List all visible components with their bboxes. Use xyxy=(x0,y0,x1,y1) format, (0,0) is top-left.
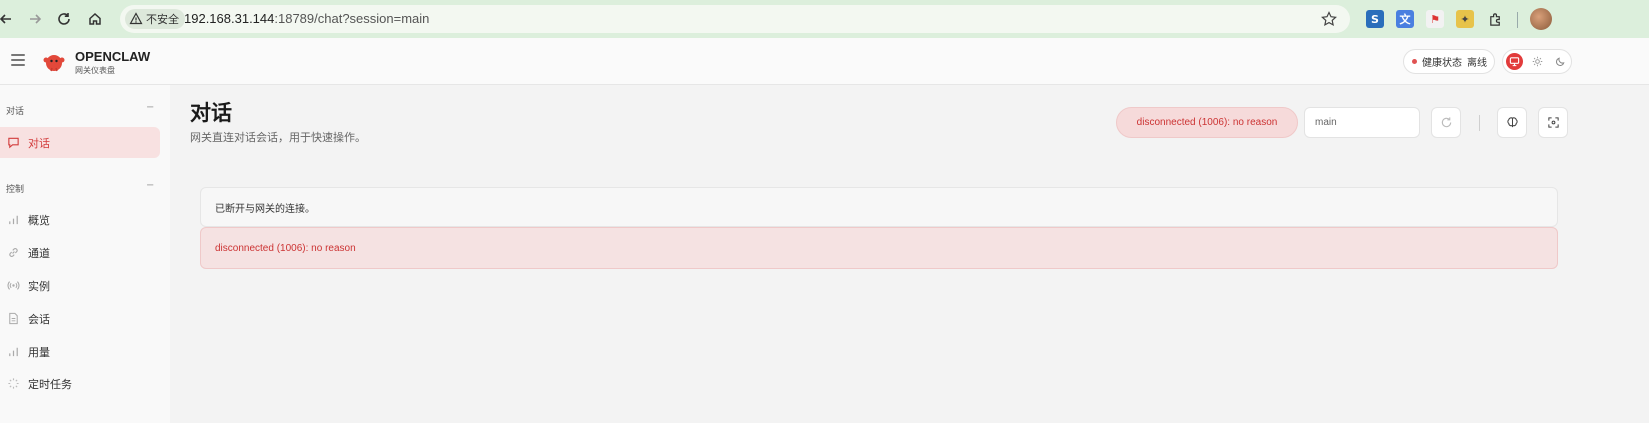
security-indicator[interactable]: 不安全 xyxy=(125,9,185,29)
bookmark-star-icon[interactable] xyxy=(1320,10,1338,28)
toolbar-separator xyxy=(1479,115,1480,131)
sidebar-item-label: 定时任务 xyxy=(28,377,72,391)
collapse-chat-group-button[interactable]: − xyxy=(146,102,154,113)
refresh-icon xyxy=(1441,117,1451,128)
home-icon[interactable] xyxy=(83,7,107,31)
theme-system-button[interactable] xyxy=(1506,53,1523,70)
openclaw-logo xyxy=(43,55,65,72)
url-text: 192.168.31.144:18789/chat?session=main xyxy=(184,11,429,26)
sidebar-item-chat[interactable]: 对话 xyxy=(0,127,160,158)
collapse-control-group-button[interactable]: − xyxy=(146,180,154,191)
forward-arrow-icon[interactable] xyxy=(23,7,47,31)
page-subtitle: 网关直连对话会话，用于快速操作。 xyxy=(190,131,366,144)
health-status-value: 离线 xyxy=(1467,58,1487,69)
status-dot-icon xyxy=(1412,59,1417,64)
thinking-toggle-button[interactable] xyxy=(1497,107,1527,138)
sidebar-item-label: 会话 xyxy=(28,312,50,326)
sidebar-group-chat: 对话 xyxy=(6,107,25,117)
error-callout: disconnected (1006): no reason xyxy=(200,227,1558,269)
notice-text: 已断开与网关的连接。 xyxy=(215,203,315,215)
bar-chart-icon xyxy=(6,345,20,359)
sidebar-item-label: 用量 xyxy=(28,345,50,359)
url-path: :18789/chat?session=main xyxy=(274,11,430,26)
main-content: 对话 网关直连对话会话，用于快速操作。 disconnected (1006):… xyxy=(170,85,1649,423)
translate-extension-icon[interactable]: 文 xyxy=(1396,10,1414,28)
brand-subtitle: 网关仪表盘 xyxy=(75,66,115,75)
focus-mode-button[interactable] xyxy=(1538,107,1568,138)
error-text: disconnected (1006): no reason xyxy=(215,242,356,254)
focus-frame-icon xyxy=(1547,117,1559,128)
session-input[interactable] xyxy=(1304,107,1420,138)
link-icon xyxy=(6,246,20,260)
reload-icon[interactable] xyxy=(52,7,76,31)
theme-switcher xyxy=(1502,49,1572,74)
browser-toolbar: 不安全 192.168.31.144:18789/chat?session=ma… xyxy=(0,0,1649,38)
sidebar-item-cron-jobs[interactable]: 定时任务 xyxy=(0,368,160,399)
sidebar-item-overview[interactable]: 概览 xyxy=(0,204,160,235)
back-arrow-icon[interactable] xyxy=(0,7,18,31)
menu-toggle-icon[interactable] xyxy=(11,54,25,66)
profile-avatar[interactable] xyxy=(1530,8,1552,30)
connection-status-badge: disconnected (1006): no reason xyxy=(1116,107,1298,138)
extension-puzzle-color-icon[interactable]: ✦ xyxy=(1456,10,1474,28)
sun-icon xyxy=(1532,56,1543,67)
extension-s-icon[interactable]: S xyxy=(1366,10,1384,28)
sidebar-item-sessions[interactable]: 会话 xyxy=(0,303,160,334)
app-header: OPENCLAW 网关仪表盘 健康状态 离线 xyxy=(0,38,1649,85)
document-icon xyxy=(6,312,20,326)
brand-title: OPENCLAW xyxy=(75,49,151,64)
theme-dark-button[interactable] xyxy=(1552,53,1569,70)
sidebar-item-channels[interactable]: 通道 xyxy=(0,237,160,268)
health-status-badge[interactable]: 健康状态 离线 xyxy=(1403,49,1495,74)
address-bar[interactable]: 不安全 192.168.31.144:18789/chat?session=ma… xyxy=(120,5,1350,33)
sidebar-item-label: 对话 xyxy=(28,136,50,150)
theme-light-button[interactable] xyxy=(1529,53,1546,70)
moon-icon xyxy=(1556,57,1565,66)
broadcast-icon xyxy=(6,279,20,293)
toolbar-divider xyxy=(1517,12,1518,28)
sidebar-item-label: 实例 xyxy=(28,279,50,293)
sidebar-item-usage[interactable]: 用量 xyxy=(0,336,160,367)
brain-icon xyxy=(1506,117,1518,128)
extension-flag-icon[interactable]: ⚑ xyxy=(1426,10,1444,28)
health-label: 健康状态 xyxy=(1422,58,1462,69)
extensions-puzzle-icon[interactable] xyxy=(1486,10,1504,28)
bar-chart-icon xyxy=(6,213,20,227)
sidebar: 对话 − 对话 控制 − 概览 通道 实例 会话 用量 定时任务 xyxy=(0,85,170,423)
monitor-icon xyxy=(1509,57,1520,67)
sidebar-item-label: 概览 xyxy=(28,213,50,227)
loader-icon xyxy=(6,377,20,391)
security-label: 不安全 xyxy=(146,13,179,26)
chat-icon xyxy=(6,136,20,150)
warning-icon xyxy=(129,12,143,25)
disconnect-notice: 已断开与网关的连接。 xyxy=(200,187,1558,227)
sidebar-item-label: 通道 xyxy=(28,246,50,260)
url-host: 192.168.31.144 xyxy=(184,11,275,26)
page-title: 对话 xyxy=(190,101,232,125)
refresh-button[interactable] xyxy=(1431,107,1461,138)
sidebar-group-control: 控制 xyxy=(6,185,25,195)
sidebar-item-instances[interactable]: 实例 xyxy=(0,270,160,301)
